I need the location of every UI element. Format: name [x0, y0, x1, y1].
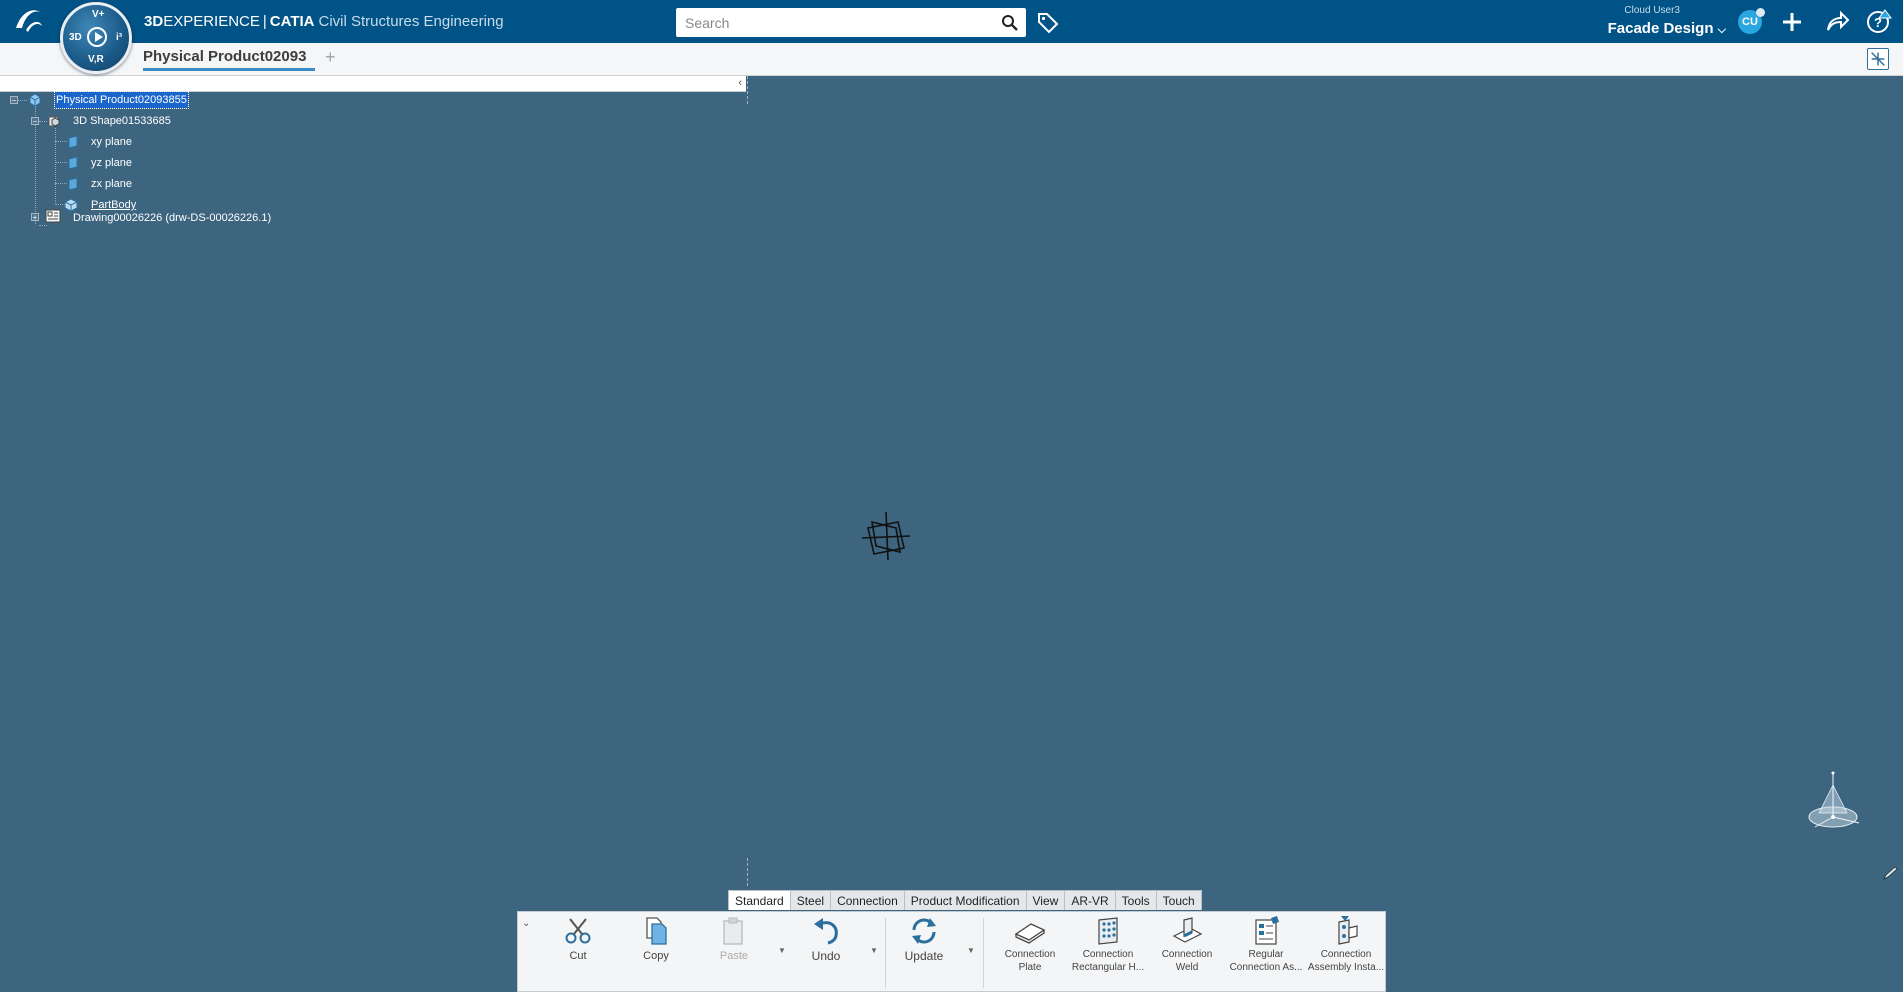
- collapse-panel-icon[interactable]: ‹: [738, 77, 742, 89]
- app-brand: 3DEXPERIENCE | CATIA Civil Structures Engin…: [144, 13, 504, 30]
- drawing-icon: [45, 209, 61, 223]
- search-input[interactable]: [676, 8, 987, 37]
- separator: [983, 918, 984, 988]
- physical-product-icon: [29, 93, 41, 107]
- compass-south[interactable]: V,R: [88, 54, 104, 65]
- exit-fullscreen-icon[interactable]: [1867, 48, 1889, 70]
- share-icon[interactable]: [1823, 8, 1851, 36]
- collapse-root-toggle[interactable]: −: [10, 96, 18, 105]
- specification-tree: − Physical Product02093855 − 3D Shape015…: [0, 91, 746, 292]
- connection-assembly-label: Connection Assembly Insta...: [1307, 949, 1385, 973]
- collapse-shape-toggle[interactable]: −: [31, 117, 39, 126]
- connection-plate-label: Connection Plate: [1004, 949, 1056, 973]
- panel-splitter[interactable]: [747, 858, 749, 886]
- tree-connector: [39, 225, 47, 226]
- action-bar-section-tabs: Standard Steel Connection Product Modifi…: [728, 890, 1202, 910]
- connection-weld-label: Connection Weld: [1161, 949, 1213, 973]
- update-label: Update: [904, 949, 944, 963]
- plane-icon: [68, 156, 78, 170]
- update-icon: [912, 918, 936, 944]
- connection-weld-button[interactable]: Connection Weld: [1148, 916, 1226, 974]
- tab-standard[interactable]: Standard: [728, 890, 791, 910]
- expand-drawing-toggle[interactable]: +: [31, 213, 39, 222]
- plane-icon: [68, 135, 78, 149]
- regular-connection-button[interactable]: Regular Connection As...: [1226, 916, 1306, 974]
- copy-label: Copy: [643, 950, 669, 962]
- scissors-icon: [565, 918, 591, 944]
- compass-east[interactable]: i³: [116, 32, 122, 43]
- cut-button[interactable]: Cut: [540, 916, 616, 963]
- 3d-axis-compass-icon[interactable]: [1803, 769, 1865, 835]
- play-icon[interactable]: [87, 27, 107, 47]
- tab-ar-vr[interactable]: AR-VR: [1064, 890, 1116, 910]
- update-dropdown-icon[interactable]: ▼: [967, 946, 975, 955]
- tree-item-label: Physical Product02093855: [54, 91, 189, 109]
- tree-panel-header: ‹: [0, 76, 746, 92]
- tab-touch[interactable]: Touch: [1155, 890, 1202, 910]
- action-bar: ⌄ Cut Copy Paste ▼ Undo ▼ Update ▼ Conne…: [517, 911, 1386, 992]
- tree-item-label: xy plane: [91, 136, 132, 148]
- connection-rectangular-button[interactable]: Connection Rectangular H...: [1068, 916, 1148, 974]
- tab-physical-product[interactable]: Physical Product02093: [143, 48, 315, 71]
- compass-north[interactable]: V+: [92, 9, 105, 20]
- tab-connection[interactable]: Connection: [830, 890, 905, 910]
- tree-connector: [17, 100, 27, 101]
- undo-icon: [814, 918, 838, 945]
- copy-button[interactable]: Copy: [618, 916, 694, 963]
- status-dot: [1756, 8, 1765, 17]
- search-icon[interactable]: [1001, 14, 1018, 31]
- add-icon[interactable]: [1778, 8, 1806, 36]
- dassault-logo-icon[interactable]: [12, 6, 46, 36]
- compass-west[interactable]: 3D: [69, 32, 82, 43]
- undo-dropdown-icon[interactable]: ▼: [870, 946, 878, 955]
- undo-button[interactable]: Undo: [788, 916, 864, 963]
- collab-space-selector[interactable]: Facade Design ⌵: [1560, 20, 1726, 37]
- tree-item-label: yz plane: [91, 157, 132, 169]
- new-tab-button[interactable]: +: [325, 47, 336, 68]
- connection-plate-icon: [1014, 923, 1046, 944]
- paste-icon: [723, 917, 743, 945]
- plane-icon: [68, 177, 78, 191]
- tree-item-label: 3D Shape01533685: [73, 115, 171, 127]
- pen-icon[interactable]: [1882, 865, 1898, 881]
- connection-assembly-icon: [1338, 916, 1358, 945]
- cut-label: Cut: [569, 950, 587, 962]
- connection-plate-button[interactable]: Connection Plate: [992, 916, 1068, 974]
- user-name: Cloud User3: [1624, 5, 1680, 16]
- tag-icon[interactable]: [1036, 10, 1060, 34]
- paste-label: Paste: [719, 950, 749, 962]
- tab-view[interactable]: View: [1025, 890, 1066, 910]
- document-tab-bar: Physical Product02093 +: [0, 43, 1903, 76]
- connection-rectangular-label: Connection Rectangular H...: [1071, 949, 1145, 973]
- connection-weld-icon: [1172, 917, 1203, 943]
- 3d-shape-icon: [48, 116, 60, 127]
- tree-connector: [55, 128, 56, 205]
- undo-label: Undo: [811, 949, 841, 963]
- chevron-down-icon: ⌵: [1717, 24, 1726, 36]
- panel-splitter[interactable]: [747, 76, 749, 104]
- help-icon[interactable]: ?: [1865, 8, 1893, 36]
- tree-item-label: zx plane: [91, 178, 132, 190]
- tab-product-modification[interactable]: Product Modification: [903, 890, 1027, 910]
- tree-connector: [39, 121, 47, 122]
- tab-steel[interactable]: Steel: [789, 890, 832, 910]
- regular-connection-label: Regular Connection As...: [1229, 949, 1303, 973]
- tree-item-label: Drawing00026226 (drw-DS-00026226.1): [73, 212, 272, 224]
- top-bar: 3DEXPERIENCE | CATIA Civil Structures Engin…: [0, 0, 1903, 43]
- collab-space-label: Facade Design: [1607, 20, 1714, 37]
- paste-dropdown-icon[interactable]: ▼: [778, 946, 786, 955]
- tab-tools[interactable]: Tools: [1114, 890, 1157, 910]
- regular-connection-icon: [1255, 916, 1279, 945]
- paste-button[interactable]: Paste: [696, 916, 772, 963]
- compass-widget[interactable]: V+ 3D i³ V,R: [60, 2, 132, 74]
- search-box: [676, 8, 1026, 37]
- action-bar-toggle-icon[interactable]: ⌄: [522, 918, 530, 929]
- connection-rectangular-icon: [1098, 917, 1118, 945]
- copy-icon: [646, 917, 667, 945]
- connection-assembly-button[interactable]: Connection Assembly Insta...: [1306, 916, 1386, 974]
- update-button[interactable]: Update: [886, 916, 962, 963]
- robot-manipulator-icon[interactable]: [858, 508, 914, 564]
